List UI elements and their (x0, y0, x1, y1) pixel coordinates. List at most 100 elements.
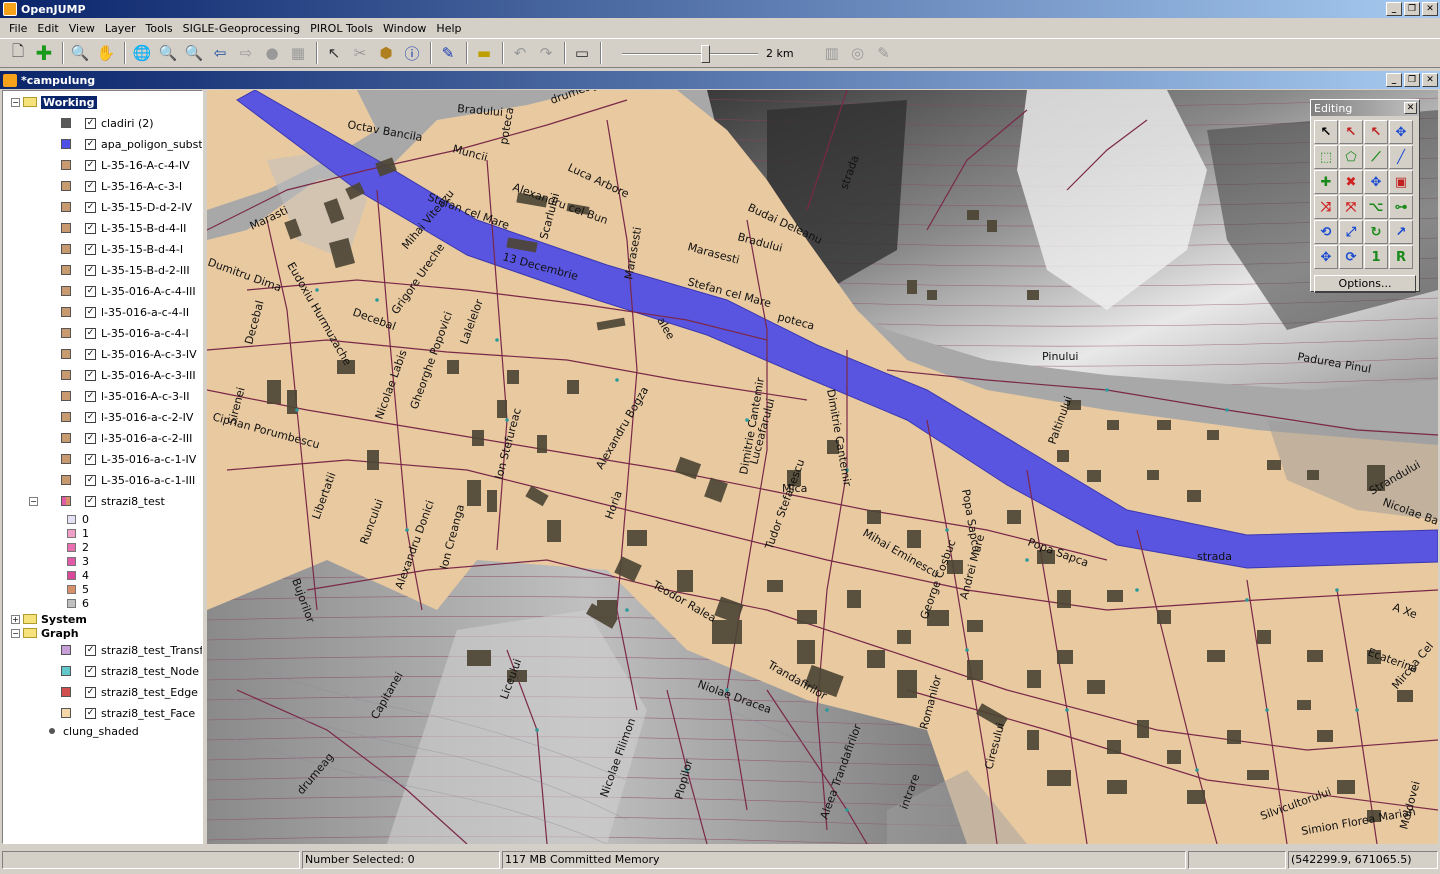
layer-row[interactable]: ✓ strazi8_test_Transfer (61, 642, 202, 658)
layer-visible-checkbox[interactable]: ✓ (85, 117, 96, 129)
layer-visible-checkbox[interactable]: ✓ (85, 686, 96, 698)
layer-visible-checkbox[interactable]: ✓ (85, 306, 96, 318)
layer-row-strazi[interactable]: − ✓ strazi8_test (29, 493, 165, 509)
refresh-tool-icon[interactable]: ⟳ (1339, 245, 1363, 269)
minimize-button[interactable]: _ (1386, 2, 1402, 16)
expand-toggle-system[interactable]: + (11, 614, 20, 624)
category-row-graph[interactable]: − Graph (11, 625, 79, 641)
edit-toolbox-icon[interactable]: ✎ (436, 41, 460, 65)
select-pointer-icon[interactable]: ↖ (322, 41, 346, 65)
layer-row[interactable]: ✓ L-35-016-A-c-3-IV (61, 346, 197, 362)
expand-toggle-strazi[interactable]: − (29, 496, 38, 506)
maximize-button[interactable]: ❐ (1404, 2, 1420, 16)
menu-window[interactable]: Window (378, 22, 431, 35)
layer-row[interactable]: ✓ L-35-15-B-d-2-III (61, 262, 190, 278)
layer-row[interactable]: ✓ L-35-016-a-c-1-III (61, 472, 195, 488)
pan-hand-icon[interactable]: ✋ (94, 41, 118, 65)
layer-row[interactable]: ✓ l-35-016-A-c-3-II (61, 388, 189, 404)
layer-visible-checkbox[interactable]: ✓ (85, 369, 96, 381)
layer-row[interactable]: ✓ l-35-016-a-c-2-IV (61, 409, 193, 425)
menu-pirol-tools[interactable]: PIROL Tools (305, 22, 378, 35)
add-vertex-tool-icon[interactable]: ✚ (1314, 170, 1338, 194)
layer-row[interactable]: ✓ L-35-016-A-c-3-III (61, 367, 196, 383)
zoom-to-fence-icon[interactable]: 🔍 (182, 41, 206, 65)
layer-visible-checkbox[interactable]: ✓ (85, 453, 96, 465)
menu-file[interactable]: File (4, 22, 32, 35)
layer-visible-checkbox[interactable]: ✓ (85, 707, 96, 719)
chart-icon[interactable]: ▥ (820, 41, 844, 65)
menu-help[interactable]: Help (431, 22, 466, 35)
move-vertex-tool-icon[interactable]: ✥ (1364, 170, 1388, 194)
layer-row[interactable]: ✓ l-35-016-a-c-2-III (61, 430, 192, 446)
layer-visible-checkbox[interactable]: ✓ (85, 411, 96, 423)
layer-visible-checkbox[interactable]: ✓ (85, 159, 96, 171)
expand-toggle-graph[interactable]: − (11, 628, 20, 638)
menu-layer[interactable]: Layer (100, 22, 141, 35)
circle-tool-icon[interactable]: ◎ (846, 41, 870, 65)
zoom-next-icon[interactable]: ⇨ (234, 41, 258, 65)
frame-close-button[interactable]: ✕ (1422, 73, 1438, 87)
move-selected-tool-icon[interactable]: ✥ (1389, 120, 1413, 144)
layer-visible-checkbox[interactable]: ✓ (85, 348, 96, 360)
editing-palette-close-button[interactable]: ✕ (1404, 102, 1417, 114)
layer-row[interactable]: ✓ L-35-16-A-c-4-IV (61, 157, 190, 173)
category-working[interactable]: Working (41, 95, 97, 109)
new-project-icon[interactable]: 🗋 (6, 41, 30, 65)
layer-visible-checkbox[interactable]: ✓ (85, 243, 96, 255)
zoom-icon[interactable]: 🔍 (68, 41, 92, 65)
feature-info-box-icon[interactable]: ⬢ (374, 41, 398, 65)
layer-row[interactable]: ✓ cladiri (2) (61, 115, 154, 131)
move-all-tool-icon[interactable]: ✥ (1314, 245, 1338, 269)
rotate-tool-icon[interactable]: ⟲ (1314, 220, 1338, 244)
category-graph[interactable]: Graph (41, 627, 79, 640)
select-features-tool-icon[interactable]: ↖ (1314, 120, 1338, 144)
draw-linestring-tool-icon[interactable]: ⟋ (1364, 145, 1388, 169)
map-view[interactable]: Octav Bancila Bradului drumeag Muncii poteca… (207, 90, 1438, 844)
menu-tools[interactable]: Tools (141, 22, 178, 35)
scale-tool-icon[interactable]: ⤢ (1339, 220, 1363, 244)
snap-vertices-tool-icon[interactable]: ⤨ (1314, 195, 1338, 219)
layer-visible-checkbox[interactable]: ✓ (85, 180, 96, 192)
note-icon[interactable]: ✎ (872, 41, 896, 65)
zoom-slider[interactable] (622, 41, 758, 65)
layer-row[interactable]: ✓ strazi8_test_Face (61, 705, 195, 721)
category-row-working[interactable]: − Working (11, 94, 97, 110)
layer-visible-checkbox[interactable]: ✓ (85, 201, 96, 213)
menu-view[interactable]: View (64, 22, 100, 35)
draw-line-tool-icon[interactable]: ╱ (1389, 145, 1413, 169)
layer-row[interactable]: ✓ strazi8_test_Edge (61, 684, 198, 700)
layer-visible-checkbox[interactable]: ✓ (85, 644, 96, 656)
layer-row[interactable]: ✓ strazi8_test_Node (61, 663, 199, 679)
measure-tool-icon[interactable]: 1 (1364, 245, 1388, 269)
select-line-strings-tool-icon[interactable]: ↖ (1364, 120, 1388, 144)
menu-sigle-geoprocessing[interactable]: SIGLE-Geoprocessing (178, 22, 306, 35)
layer-visible-checkbox[interactable]: ✓ (85, 474, 96, 486)
layer-row[interactable]: ✓ L-35-016-a-c-1-IV (61, 451, 196, 467)
editing-options-button[interactable]: Options... (1314, 275, 1416, 293)
join-lines-tool-icon[interactable]: ⊶ (1389, 195, 1413, 219)
layer-visible-checkbox[interactable]: ✓ (85, 495, 96, 507)
layer-row[interactable]: ✓ L-35-16-A-c-3-I (61, 178, 182, 194)
layer-row[interactable]: ✓ l-35-016-a-c-4-II (61, 304, 189, 320)
zoom-slider-thumb[interactable] (700, 45, 710, 63)
layer-row[interactable]: ✓ apa_poligon_substrac (61, 136, 202, 152)
window-frame-icon[interactable]: ▭ (570, 41, 594, 65)
map-canvas[interactable]: Octav BancilaBraduluidrumeagMunciipoteca… (207, 90, 1438, 844)
measure-ruler-icon[interactable]: ▬ (472, 41, 496, 65)
delete-selected-icon[interactable]: ✂ (348, 41, 372, 65)
delete-vertex-tool-icon[interactable]: ✖ (1339, 170, 1363, 194)
close-button[interactable]: ✕ (1422, 2, 1438, 16)
layer-row[interactable]: ✓ L-35-016-A-c-4-III (61, 283, 196, 299)
zoom-full-extent-icon[interactable]: 🌐 (130, 41, 154, 65)
layer-visible-checkbox[interactable]: ✓ (85, 432, 96, 444)
layer-row[interactable]: ✓ L-35-016-a-c-4-I (61, 325, 189, 341)
category-system[interactable]: System (41, 613, 87, 626)
frame-minimize-button[interactable]: _ (1386, 73, 1402, 87)
layer-visible-checkbox[interactable]: ✓ (85, 138, 96, 150)
frame-maximize-button[interactable]: ❐ (1404, 73, 1420, 87)
add-layer-icon[interactable]: ✚ (32, 41, 56, 65)
extend-line-tool-icon[interactable]: ↗ (1389, 220, 1413, 244)
layer-visible-checkbox[interactable]: ✓ (85, 390, 96, 402)
layer-row[interactable]: ✓ L-35-15-B-d-4-I (61, 241, 183, 257)
draw-point-tool-icon[interactable]: ▣ (1389, 170, 1413, 194)
